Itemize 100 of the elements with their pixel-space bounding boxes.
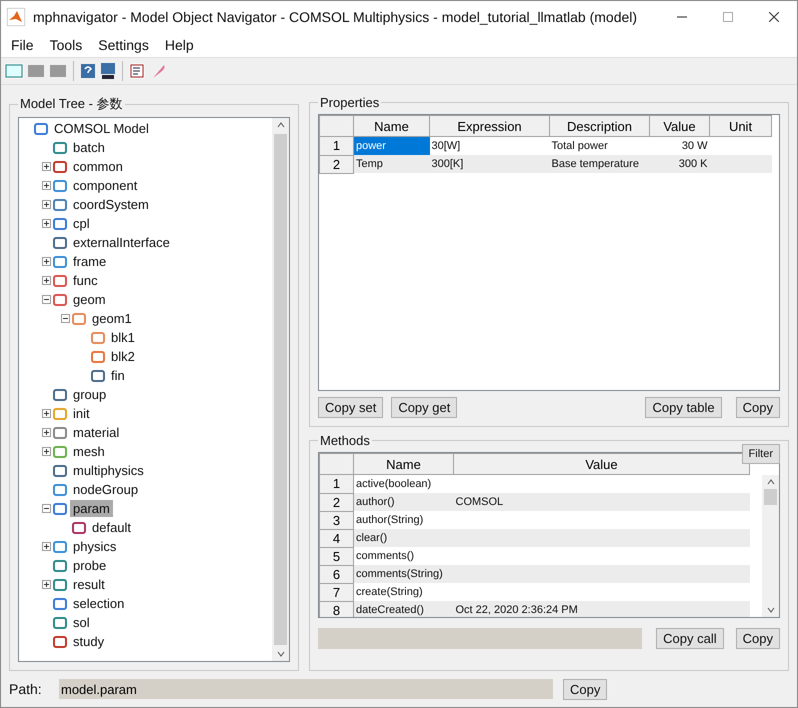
tree-item[interactable]: param (70, 500, 113, 517)
node-icon (90, 330, 106, 346)
tree-item[interactable]: result (70, 576, 108, 593)
node-icon (52, 424, 68, 440)
expand-toggle-icon[interactable] (42, 542, 50, 551)
node-icon (90, 348, 106, 364)
node-icon (52, 158, 68, 174)
node-icon (52, 234, 68, 250)
node-icon (52, 254, 68, 270)
tree-item[interactable]: common (70, 158, 126, 175)
collapse-toggle-icon[interactable] (42, 295, 50, 304)
expand-toggle-icon[interactable] (42, 200, 50, 209)
call-field[interactable] (318, 628, 642, 649)
table-cell: create(String) (354, 583, 454, 601)
tree-item[interactable]: material (70, 424, 122, 441)
app-logo-icon (7, 8, 25, 26)
node-icon (52, 462, 68, 478)
node-icon (52, 538, 68, 554)
tree-item[interactable]: COMSOL Model (51, 120, 152, 137)
tree-item[interactable]: init (70, 405, 93, 422)
copy-button[interactable]: Copy (736, 397, 780, 418)
table-cell: Base temperature (550, 155, 650, 173)
table-cell: 300[K] (430, 155, 550, 173)
tree-item[interactable]: study (70, 633, 108, 650)
scrollbar-thumb[interactable] (764, 489, 777, 505)
screen-icon[interactable] (5, 63, 23, 79)
table-cell: comments() (354, 547, 454, 565)
tree-item[interactable]: externalInterface (70, 234, 173, 251)
tree-item[interactable]: func (70, 272, 101, 289)
copy-call-button[interactable]: Copy call (656, 628, 724, 649)
column-header[interactable]: Expression (430, 116, 550, 136)
node-icon (52, 140, 68, 156)
path-field[interactable]: model.param (59, 679, 553, 699)
column-header[interactable]: Name (354, 116, 430, 136)
copy-button[interactable]: Copy (563, 678, 608, 700)
row-number: 2 (320, 493, 354, 511)
tree-item[interactable]: multiphysics (70, 462, 147, 479)
expand-toggle-icon[interactable] (42, 181, 50, 190)
panel-title: Model Tree - 参数 (19, 95, 124, 113)
node-icon (52, 292, 68, 308)
tree-item[interactable]: nodeGroup (70, 481, 142, 498)
copy-table-button[interactable]: Copy table (645, 397, 722, 418)
tree-item[interactable]: coordSystem (70, 196, 152, 213)
table-cell: Total power (550, 136, 650, 155)
table-cell: COMSOL (454, 493, 750, 511)
scrollbar-thumb[interactable] (274, 134, 287, 645)
node-icon (52, 500, 68, 516)
tree-item[interactable]: batch (70, 139, 108, 156)
expand-toggle-icon[interactable] (42, 276, 50, 285)
menu-item[interactable]: Help (156, 37, 202, 53)
copy-button[interactable]: Copy (736, 628, 780, 649)
tree-item[interactable]: frame (70, 253, 110, 270)
column-header[interactable]: Name (354, 454, 454, 474)
table-cell: 30[W] (430, 136, 550, 155)
menu-item[interactable]: Tools (42, 37, 90, 53)
menu-item[interactable]: File (3, 37, 42, 53)
expand-toggle-icon[interactable] (42, 580, 50, 589)
node-icon (52, 482, 68, 498)
tree-item[interactable]: geom1 (89, 310, 135, 327)
menu-item[interactable]: Settings (90, 37, 157, 53)
table-cell: active(boolean) (354, 474, 454, 493)
node-icon (52, 406, 68, 422)
tree-item[interactable]: blk2 (108, 348, 138, 365)
table-cell: 30 W (650, 136, 710, 155)
expand-toggle-icon[interactable] (42, 428, 50, 437)
copy-get-button[interactable]: Copy get (391, 397, 458, 418)
column-header[interactable]: Unit (710, 116, 772, 136)
help-icon[interactable] (80, 63, 96, 79)
table-cell: power (354, 136, 430, 155)
tree-item[interactable]: fin (108, 367, 128, 384)
tree-item[interactable]: physics (70, 538, 120, 555)
tree-item[interactable]: component (70, 177, 140, 194)
tree-item[interactable]: group (70, 386, 110, 403)
tree-item[interactable]: mesh (70, 443, 108, 460)
tree-item[interactable]: default (89, 519, 134, 536)
column-header[interactable]: Value (650, 116, 710, 136)
column-header[interactable]: Description (550, 116, 650, 136)
node-icon (52, 196, 68, 212)
node-icon (52, 576, 68, 592)
close-icon[interactable] (769, 12, 779, 22)
table-cell: author(String) (354, 511, 454, 529)
copy-set-button[interactable]: Copy set (318, 397, 384, 418)
node-icon (90, 368, 106, 384)
filter-button[interactable]: Filter (742, 444, 780, 464)
table-cell: Temp (354, 155, 430, 173)
tree-item[interactable]: cpl (70, 215, 93, 232)
tree-item[interactable]: selection (70, 595, 128, 612)
node-icon (71, 520, 87, 536)
expand-toggle-icon[interactable] (42, 219, 50, 228)
column-header[interactable]: Value (454, 454, 750, 474)
tree-item[interactable]: sol (70, 614, 93, 631)
expand-toggle-icon[interactable] (42, 409, 50, 418)
expand-toggle-icon[interactable] (42, 257, 50, 266)
tree-item[interactable]: probe (70, 557, 110, 574)
collapse-toggle-icon[interactable] (42, 504, 50, 513)
expand-toggle-icon[interactable] (42, 447, 50, 456)
expand-toggle-icon[interactable] (42, 162, 50, 171)
collapse-toggle-icon[interactable] (60, 314, 70, 323)
tree-item[interactable]: blk1 (108, 329, 138, 346)
tree-item[interactable]: geom (70, 291, 109, 308)
